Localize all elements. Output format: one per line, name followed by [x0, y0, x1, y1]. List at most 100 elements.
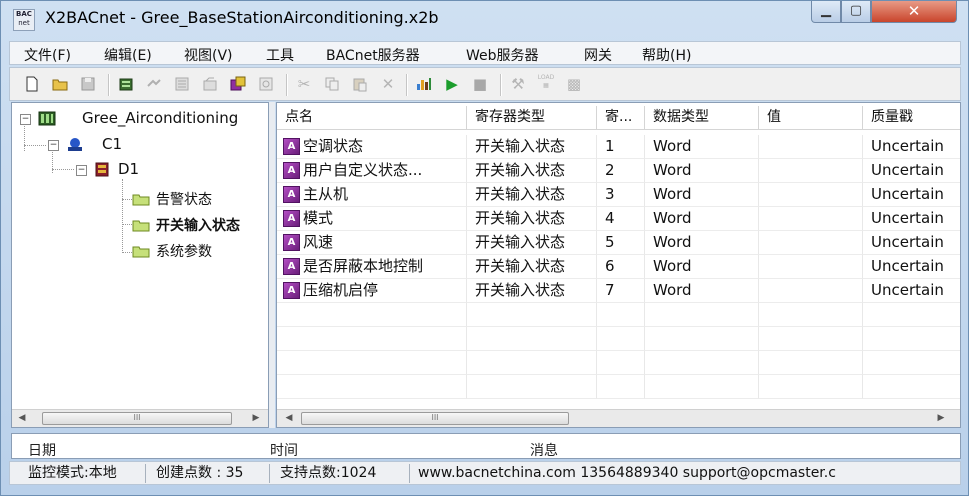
delete-icon[interactable]: ✕ [378, 74, 398, 94]
point-icon: A [283, 258, 300, 275]
point-icon: A [283, 210, 300, 227]
log-column-date[interactable]: 日期 [28, 440, 56, 458]
stop-icon[interactable]: ■ [470, 74, 490, 94]
point-list-icon[interactable] [172, 74, 192, 94]
column-header-data-type[interactable]: 数据类型 [645, 106, 759, 130]
point-name-text: 是否屏蔽本地控制 [303, 257, 424, 275]
cell-quality: Uncertain [863, 231, 960, 255]
cell-register-type: 开关输入状态 [467, 135, 597, 159]
menu-tools[interactable]: 工具 [266, 45, 294, 65]
point-icon: A [283, 162, 300, 179]
cut-icon[interactable]: ✂ [294, 74, 314, 94]
bacnet-object-icon[interactable] [228, 74, 248, 94]
scroll-thumb[interactable]: III [301, 412, 569, 425]
folder-icon [132, 194, 150, 206]
pane-splitter[interactable] [269, 102, 275, 428]
table-row[interactable]: A 空调状态 开关输入状态 1 Word Uncertain [277, 135, 960, 159]
tree-label: C1 [102, 135, 123, 153]
app-icon[interactable]: BAC net [13, 9, 35, 31]
app-icon-text-bottom: net [18, 19, 30, 27]
cell-point-name: A 主从机 [277, 183, 467, 207]
point-icon: A [283, 282, 300, 299]
tree-label: 系统参数 [156, 244, 212, 260]
empty-row [277, 351, 960, 375]
menu-gateway[interactable]: 网关 [584, 45, 612, 65]
gateway-icon [38, 111, 56, 126]
scroll-thumb[interactable]: III [42, 412, 232, 425]
cell-quality: Uncertain [863, 135, 960, 159]
cell-register-type: 开关输入状态 [467, 279, 597, 303]
scroll-left-icon[interactable]: ◀ [14, 411, 30, 426]
scroll-grip: III [431, 413, 439, 422]
close-button[interactable]: ✕ [871, 1, 957, 23]
open-folder-icon[interactable] [50, 74, 70, 94]
cell-data-type: Word [645, 231, 759, 255]
table-row[interactable]: A 主从机 开关输入状态 3 Word Uncertain [277, 183, 960, 207]
scroll-right-icon[interactable]: ▶ [248, 411, 264, 426]
tree-horizontal-scrollbar[interactable]: ◀ III ▶ [12, 409, 268, 427]
empty-cell [645, 303, 759, 327]
status-supported-points: 支持点数:1024 [274, 464, 410, 483]
empty-cell [597, 351, 645, 375]
point-name-text: 模式 [303, 209, 334, 227]
title-bar[interactable]: BAC net X2BACnet - Gree_BaseStationAirco… [1, 1, 968, 35]
cell-register: 1 [597, 135, 645, 159]
points-table: 点名 寄存器类型 寄... 数据类型 值 质量戳 A 空调状态 开关输入状态 1 … [276, 102, 961, 428]
new-icon[interactable] [22, 74, 42, 94]
column-header-point-name[interactable]: 点名 [277, 106, 467, 130]
column-header-register-type[interactable]: 寄存器类型 [467, 106, 597, 130]
add-point-icon[interactable] [144, 74, 164, 94]
table-row[interactable]: A 模式 开关输入状态 4 Word Uncertain [277, 207, 960, 231]
load-icon[interactable]: LOAD ▦ [536, 74, 556, 94]
empty-row [277, 303, 960, 327]
properties-icon[interactable] [200, 74, 220, 94]
empty-row [277, 375, 960, 399]
log-column-message[interactable]: 消息 [530, 440, 558, 458]
tools-icon[interactable]: ⚒ [508, 74, 528, 94]
minimize-button[interactable]: ▁ [811, 1, 841, 23]
table-horizontal-scrollbar[interactable]: ◀ III ▶ [277, 409, 960, 427]
menu-web-server[interactable]: Web服务器 [466, 45, 539, 65]
empty-cell [467, 327, 597, 351]
save-icon[interactable] [78, 74, 98, 94]
column-header-value[interactable]: 值 [759, 106, 863, 130]
cell-quality: Uncertain [863, 255, 960, 279]
add-device-icon[interactable] [116, 74, 136, 94]
empty-cell [759, 327, 863, 351]
toolbar-separator [108, 74, 110, 96]
device-tree[interactable]: − Gree_Airconditioning − C1 − D1 告警状态 开关… [11, 102, 269, 428]
collapse-icon[interactable]: − [20, 114, 31, 125]
collapse-icon[interactable]: − [76, 165, 87, 176]
menu-file[interactable]: 文件(F) [24, 45, 71, 65]
collapse-icon[interactable]: − [48, 140, 59, 151]
scroll-right-icon[interactable]: ▶ [933, 411, 949, 426]
maximize-button[interactable]: ▢ [841, 1, 871, 23]
table-row[interactable]: A 风速 开关输入状态 5 Word Uncertain [277, 231, 960, 255]
scroll-left-icon[interactable]: ◀ [281, 411, 297, 426]
column-header-quality[interactable]: 质量戳 [863, 106, 960, 130]
table-row[interactable]: A 是否屏蔽本地控制 开关输入状态 6 Word Uncertain [277, 255, 960, 279]
empty-cell [759, 375, 863, 399]
table-row[interactable]: A 压缩机启停 开关输入状态 7 Word Uncertain [277, 279, 960, 303]
monitor-icon[interactable] [414, 74, 434, 94]
play-icon[interactable]: ▶ [442, 74, 462, 94]
cell-quality: Uncertain [863, 279, 960, 303]
paste-icon[interactable] [350, 74, 370, 94]
empty-cell [759, 303, 863, 327]
menu-edit[interactable]: 编辑(E) [104, 45, 152, 65]
menu-help[interactable]: 帮助(H) [642, 45, 691, 65]
menu-bacnet-server[interactable]: BACnet服务器 [326, 45, 420, 65]
settings-icon[interactable] [256, 74, 276, 94]
table-row[interactable]: A 用户自定义状态... 开关输入状态 2 Word Uncertain [277, 159, 960, 183]
unload-icon[interactable]: ▩ [564, 74, 584, 94]
column-header-register[interactable]: 寄... [597, 106, 645, 130]
tree-label: Gree_Airconditioning [82, 109, 239, 127]
log-panel[interactable]: 日期 时间 消息 [11, 433, 961, 459]
menu-view[interactable]: 视图(V) [184, 45, 233, 65]
point-name-text: 压缩机启停 [303, 281, 379, 299]
point-name-text: 风速 [303, 233, 334, 251]
copy-icon[interactable] [322, 74, 342, 94]
window-title: X2BACnet - Gree_BaseStationAirconditioni… [45, 8, 439, 27]
log-column-time[interactable]: 时间 [270, 440, 298, 458]
empty-cell [277, 351, 467, 375]
